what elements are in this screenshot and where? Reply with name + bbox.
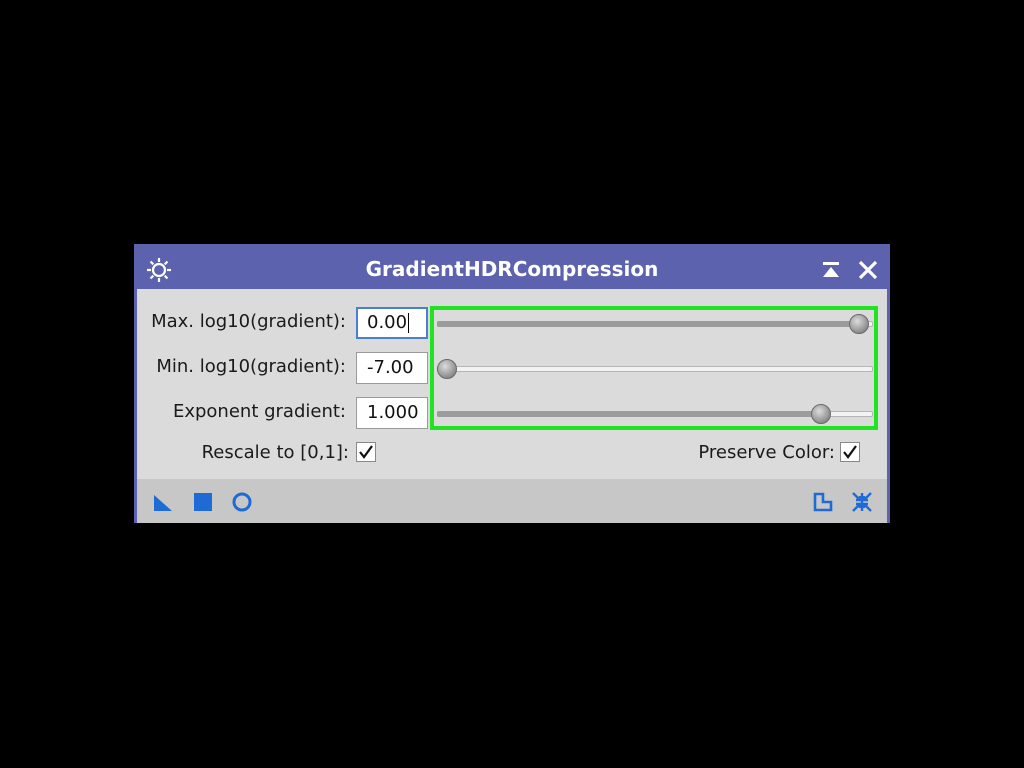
rescale-checkbox[interactable] xyxy=(356,442,376,462)
shade-icon[interactable] xyxy=(821,261,841,279)
exponent-gradient-label: Exponent gradient: xyxy=(172,401,346,422)
max-gradient-field[interactable]: 0.00 xyxy=(356,307,428,339)
preserve-color-checkbox[interactable] xyxy=(840,442,860,462)
min-gradient-field[interactable]: -7.00 xyxy=(356,352,428,384)
apply-global-square-icon[interactable] xyxy=(192,491,214,513)
reset-icon[interactable] xyxy=(851,491,873,513)
max-gradient-label: Max. log10(gradient): xyxy=(151,311,346,332)
min-gradient-slider[interactable] xyxy=(437,358,873,380)
exponent-gradient-slider[interactable] xyxy=(437,403,873,425)
min-gradient-value: -7.00 xyxy=(367,357,414,378)
sliders-highlight-frame xyxy=(430,306,878,430)
slider-fill xyxy=(437,411,820,417)
gradient-hdr-compression-window: GradientHDRCompression Max. log10(gradie… xyxy=(134,244,890,523)
check-icon xyxy=(843,445,857,459)
preserve-color-label: Preserve Color: xyxy=(698,442,835,463)
rescale-label: Rescale to [0,1]: xyxy=(201,442,349,463)
slider-track xyxy=(437,366,873,372)
slider-handle[interactable] xyxy=(811,404,831,424)
real-time-preview-circle-icon[interactable] xyxy=(231,491,253,513)
window-title: GradientHDRCompression xyxy=(365,257,659,281)
close-icon[interactable] xyxy=(857,259,879,281)
check-icon xyxy=(359,445,373,459)
title-bar[interactable]: GradientHDRCompression xyxy=(137,247,887,289)
exponent-gradient-field[interactable]: 1.000 xyxy=(356,397,428,429)
parameters-panel: Max. log10(gradient): 0.00 Min. log10(gr… xyxy=(137,289,887,479)
slider-handle[interactable] xyxy=(437,359,457,379)
bottom-toolbar xyxy=(137,479,887,523)
max-gradient-value: 0.00 xyxy=(367,312,408,333)
new-instance-triangle-icon[interactable] xyxy=(152,491,174,513)
exponent-gradient-value: 1.000 xyxy=(367,402,419,423)
text-caret xyxy=(408,313,410,333)
max-gradient-slider[interactable] xyxy=(437,313,873,335)
min-gradient-label: Min. log10(gradient): xyxy=(156,356,346,377)
browse-documentation-icon[interactable] xyxy=(812,491,834,513)
slider-handle[interactable] xyxy=(849,314,869,334)
slider-fill xyxy=(437,321,858,327)
